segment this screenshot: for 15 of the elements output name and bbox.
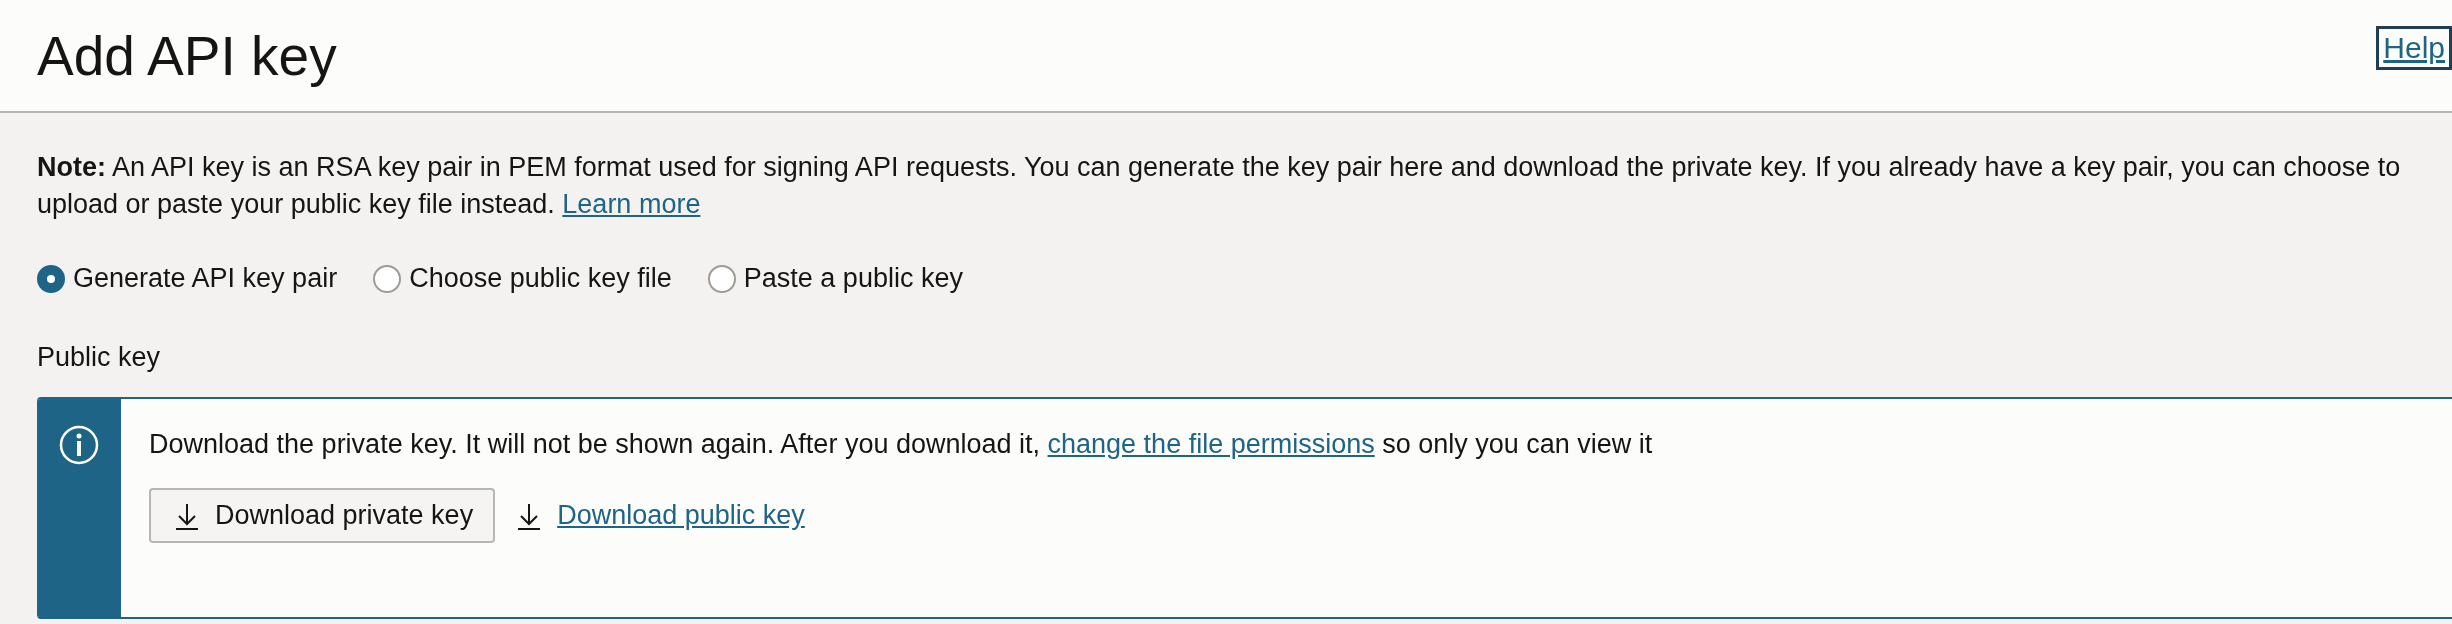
download-icon <box>517 501 542 530</box>
download-public-key-link[interactable]: Download public key <box>517 500 805 531</box>
file-permissions-link[interactable]: change the file permissions <box>1047 429 1375 459</box>
download-icon <box>175 501 199 530</box>
note-text: Note: An API key is an RSA key pair in PEM format used for signing API requests. You can generate the key pair here and download the private key. If you already have a key pair, you can choose to upload or paste your public key file instead. Learn more <box>37 151 2402 221</box>
radio-option[interactable]: Choose public key file <box>373 263 672 294</box>
page-title: Add API key <box>37 23 337 88</box>
learn-more-link[interactable]: Learn more <box>562 189 701 219</box>
info-message: Download the private key. It will not be shown again. After you download it, change the file permissions so only you can view it <box>149 429 1653 460</box>
radio-option[interactable]: Paste a public key <box>707 263 963 294</box>
info-icon <box>59 425 99 465</box>
radio-option[interactable]: Generate API key pair <box>37 263 338 294</box>
field-label: Public key <box>37 342 162 373</box>
help-link[interactable]: Help <box>2376 25 2452 70</box>
download-private-key-button[interactable]: Download private key <box>149 488 496 543</box>
